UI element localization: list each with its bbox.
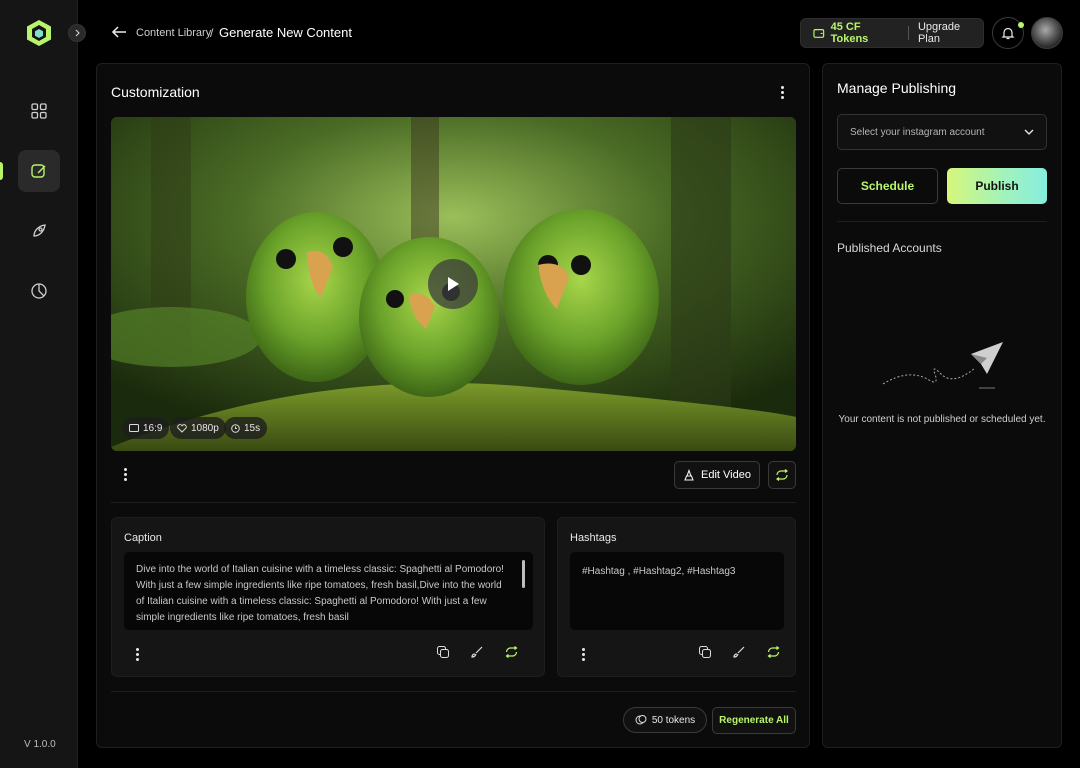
paper-plane-icon bbox=[882, 342, 1003, 389]
caption-title: Caption bbox=[124, 532, 162, 544]
copy-icon bbox=[699, 646, 711, 658]
aspect-ratio-value: 16:9 bbox=[143, 422, 163, 434]
copy-icon bbox=[437, 646, 449, 658]
publishing-title: Manage Publishing bbox=[837, 80, 957, 96]
sidebar-item-publish[interactable] bbox=[18, 210, 60, 252]
caption-scrollbar[interactable] bbox=[522, 560, 525, 588]
brush-icon bbox=[471, 646, 483, 658]
arrow-left-icon[interactable] bbox=[111, 25, 127, 39]
account-select-placeholder: Select your instagram account bbox=[850, 126, 985, 138]
token-balance-pill[interactable]: 45 CF Tokens Upgrade Plan bbox=[800, 18, 984, 48]
video-more-menu[interactable] bbox=[117, 466, 133, 482]
hashtags-more-menu[interactable] bbox=[575, 646, 591, 662]
customization-title: Customization bbox=[111, 84, 200, 100]
schedule-button[interactable]: Schedule bbox=[837, 168, 938, 204]
hashtags-text: #Hashtag , #Hashtag2, #Hashtag3 bbox=[582, 566, 736, 577]
video-preview[interactable]: 16:9 1080p 15s bbox=[111, 117, 796, 451]
hashtags-title: Hashtags bbox=[570, 532, 617, 544]
edit-square-icon bbox=[31, 164, 46, 178]
duration-chip: 15s bbox=[224, 417, 268, 439]
copy-hashtags-button[interactable] bbox=[695, 642, 715, 662]
edit-hashtags-button[interactable] bbox=[729, 642, 749, 662]
sidebar: V 1.0.0 bbox=[0, 0, 86, 768]
wallet-icon bbox=[813, 29, 825, 38]
pill-divider bbox=[907, 26, 909, 40]
caption-card: Caption Dive into the world of Italian c… bbox=[111, 517, 545, 677]
edit-video-label: Edit Video bbox=[701, 469, 751, 481]
app-logo-icon[interactable] bbox=[25, 19, 53, 47]
bell-icon bbox=[1001, 27, 1015, 40]
play-icon bbox=[448, 277, 459, 291]
duration-value: 15s bbox=[244, 422, 261, 434]
caption-actions bbox=[433, 642, 521, 662]
sidebar-item-dashboard[interactable] bbox=[18, 90, 60, 132]
rocket-icon bbox=[33, 224, 46, 237]
hashtags-textarea[interactable]: #Hashtag , #Hashtag2, #Hashtag3 bbox=[570, 552, 784, 630]
instagram-account-select[interactable]: Select your instagram account bbox=[837, 114, 1047, 150]
tokens-cost-chip: 50 tokens bbox=[623, 707, 707, 733]
edit-caption-button[interactable] bbox=[467, 642, 487, 662]
sidebar-item-analytics[interactable] bbox=[18, 270, 60, 312]
refresh-icon bbox=[505, 646, 517, 658]
user-avatar[interactable] bbox=[1031, 17, 1063, 49]
play-button[interactable] bbox=[428, 259, 478, 309]
coin-icon bbox=[635, 715, 647, 725]
brush-icon bbox=[733, 646, 745, 658]
chevron-down-icon bbox=[1024, 129, 1034, 135]
divider bbox=[111, 691, 796, 692]
notification-dot bbox=[1018, 22, 1024, 28]
clock-icon bbox=[231, 423, 240, 433]
published-accounts-title: Published Accounts bbox=[837, 241, 942, 255]
tokens-cost: 50 tokens bbox=[651, 714, 696, 726]
caption-more-menu[interactable] bbox=[129, 646, 145, 662]
divider bbox=[837, 221, 1047, 222]
heart-icon bbox=[177, 423, 187, 433]
publish-button[interactable]: Publish bbox=[947, 168, 1047, 204]
aspect-ratio-icon bbox=[129, 424, 139, 432]
grid-icon bbox=[31, 103, 47, 119]
edit-video-button[interactable]: Edit Video bbox=[674, 461, 760, 489]
copy-caption-button[interactable] bbox=[433, 642, 453, 662]
breadcrumb-parent[interactable]: Content Library bbox=[136, 27, 211, 39]
top-header: Content Library / Generate New Content 4… bbox=[78, 0, 1080, 64]
caption-textarea[interactable]: Dive into the world of Italian cuisine w… bbox=[124, 552, 533, 630]
divider bbox=[111, 502, 796, 503]
resolution-value: 1080p bbox=[191, 422, 219, 434]
magic-edit-icon bbox=[684, 469, 694, 481]
hashtags-actions bbox=[695, 642, 783, 662]
customization-more-menu[interactable] bbox=[774, 84, 790, 100]
breadcrumb-separator: / bbox=[210, 26, 214, 40]
aspect-ratio-chip: 16:9 bbox=[122, 417, 170, 439]
token-count: 45 CF Tokens bbox=[830, 21, 869, 45]
sidebar-item-create[interactable] bbox=[18, 150, 60, 192]
customization-panel: Customization 16:9 1080p 15s Edit Video … bbox=[96, 63, 810, 748]
publishing-panel: Manage Publishing Select your instagram … bbox=[822, 63, 1062, 748]
regenerate-caption-button[interactable] bbox=[501, 642, 521, 662]
regenerate-hashtags-button[interactable] bbox=[763, 642, 783, 662]
refresh-icon bbox=[776, 469, 788, 481]
caption-text: Dive into the world of Italian cuisine w… bbox=[136, 564, 504, 623]
refresh-icon bbox=[767, 646, 779, 658]
upgrade-plan-link[interactable]: Upgrade Plan bbox=[918, 21, 983, 45]
active-nav-indicator bbox=[0, 162, 3, 180]
regenerate-all-button[interactable]: Regenerate All bbox=[712, 707, 796, 734]
app-version: V 1.0.0 bbox=[24, 739, 56, 750]
resolution-chip: 1080p bbox=[170, 417, 226, 439]
regenerate-video-button[interactable] bbox=[768, 461, 796, 489]
page-title: Generate New Content bbox=[219, 25, 352, 40]
empty-state-message: Your content is not published or schedul… bbox=[838, 414, 1046, 425]
hashtags-card: Hashtags #Hashtag , #Hashtag2, #Hashtag3 bbox=[557, 517, 796, 677]
pie-chart-icon bbox=[31, 283, 47, 299]
